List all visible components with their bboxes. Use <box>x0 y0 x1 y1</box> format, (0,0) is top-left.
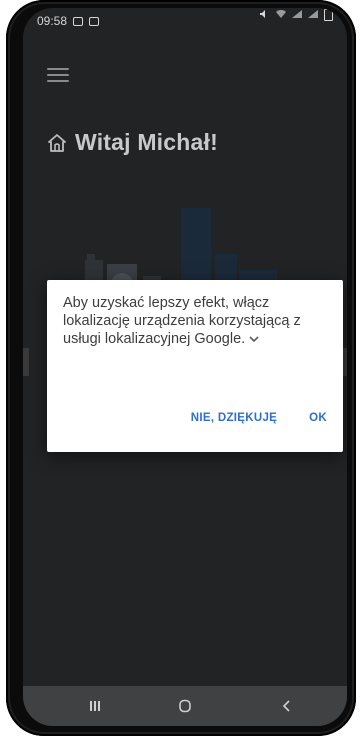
status-time: 09:58 <box>37 14 68 28</box>
hamburger-icon[interactable] <box>47 66 69 84</box>
back-icon[interactable] <box>267 686 307 726</box>
location-permission-dialog: Aby uzyskać lepszy efekt, włącz lokaliza… <box>47 280 343 452</box>
phone-frame: 09:58 Witaj Michał! Aby uzyskać lepszy e… <box>6 0 356 736</box>
mute-icon <box>260 10 265 18</box>
signal-icon <box>292 10 302 18</box>
gallery-notification-icon <box>73 16 84 26</box>
screen: 09:58 Witaj Michał! Aby uzyskać lepszy e… <box>23 8 347 726</box>
recents-icon[interactable] <box>75 686 115 726</box>
chevron-down-icon[interactable] <box>249 335 259 343</box>
home-icon <box>48 133 66 152</box>
page-title: Witaj Michał! <box>75 129 218 155</box>
wifi-icon <box>276 10 286 18</box>
home-circle-icon[interactable] <box>165 686 205 726</box>
signal-2-icon <box>308 10 318 18</box>
title-row: Witaj Michał! <box>47 129 218 156</box>
app-notification-icon <box>89 16 100 26</box>
navigation-bar <box>23 686 347 726</box>
battery-icon <box>324 9 333 21</box>
ok-button[interactable]: OK <box>309 412 327 424</box>
status-bar: 09:58 <box>23 8 347 34</box>
dialog-message-block: Aby uzyskać lepszy efekt, włącz lokaliza… <box>63 294 313 348</box>
dialog-actions: NIE, DZIĘKUJĘ OK <box>191 412 327 424</box>
dialog-message: Aby uzyskać lepszy efekt, włącz lokaliza… <box>63 295 301 347</box>
left-scroll-hint <box>23 348 29 376</box>
decline-button[interactable]: NIE, DZIĘKUJĘ <box>191 412 277 424</box>
